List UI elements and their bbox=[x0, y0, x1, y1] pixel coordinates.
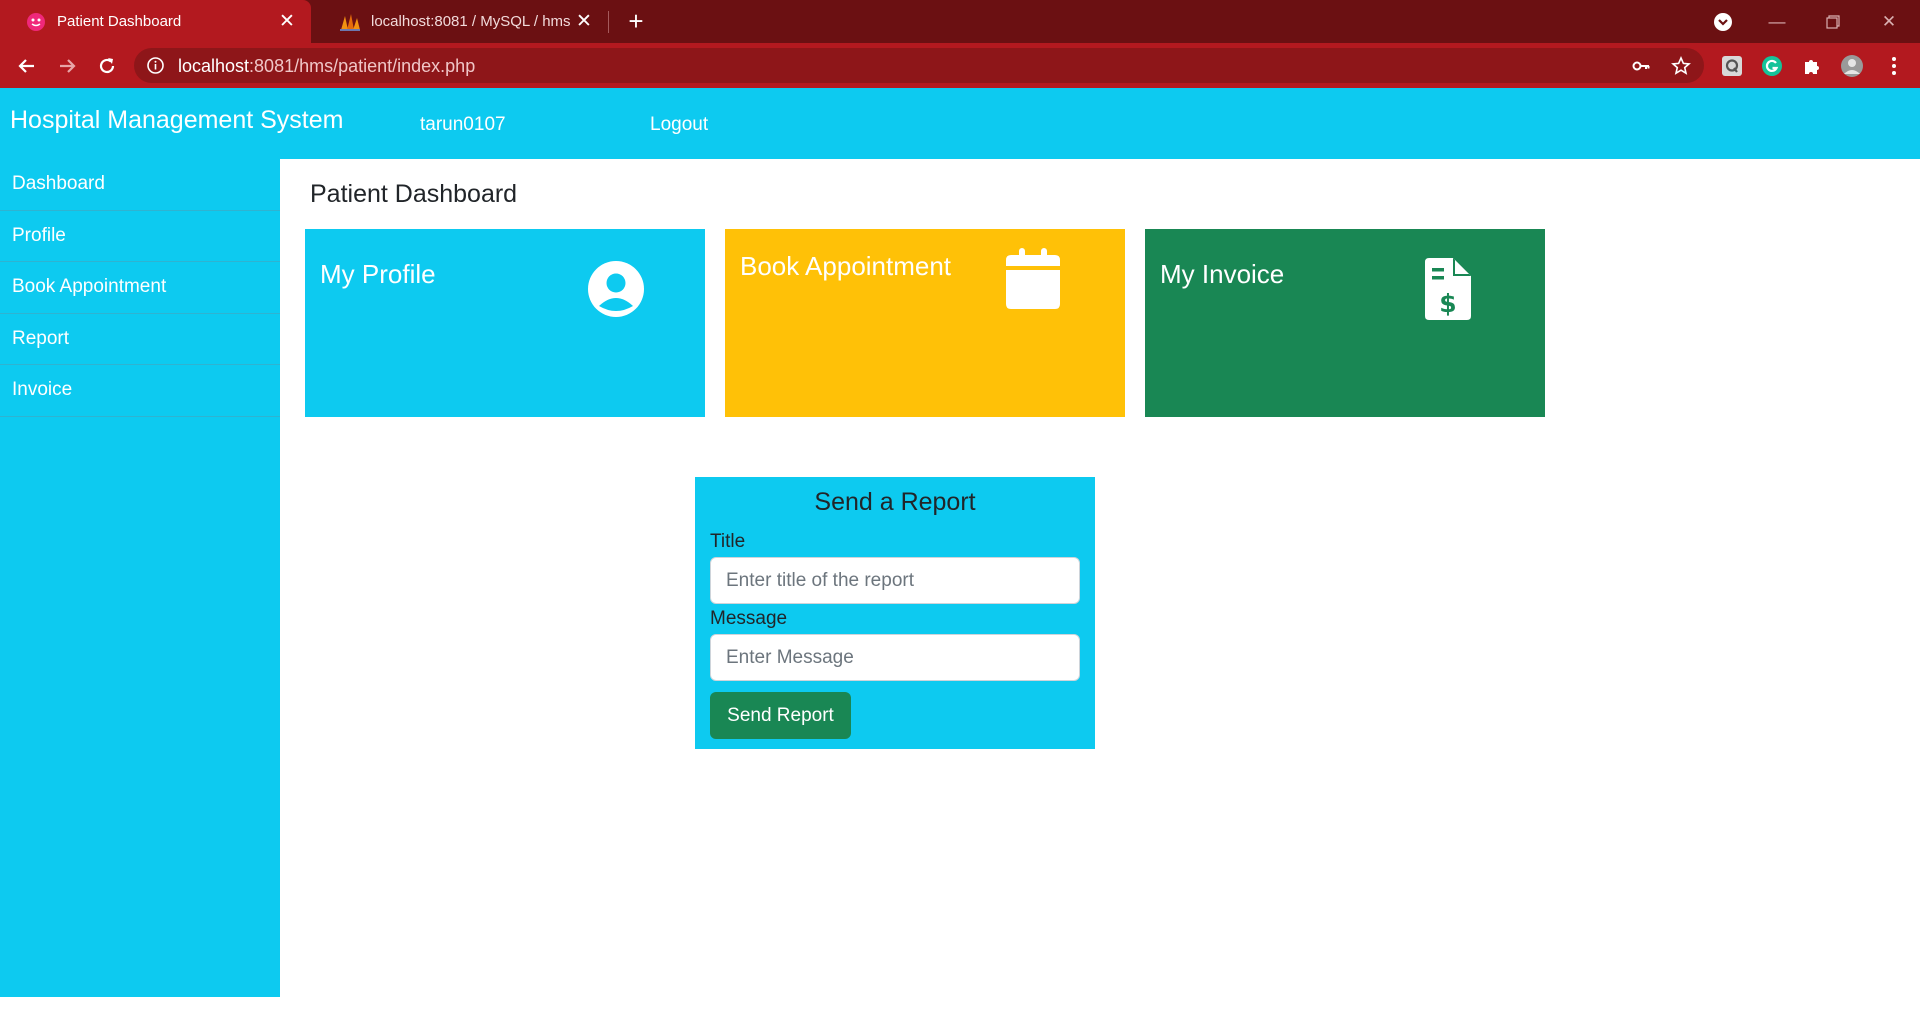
browser-tab-inactive[interactable]: localhost:8081 / MySQL / hms / i ✕ bbox=[314, 0, 608, 43]
address-url: localhost:8081/hms/patient/index.php bbox=[178, 56, 476, 76]
sidebar-item-label: Invoice bbox=[12, 379, 73, 401]
forward-icon[interactable] bbox=[52, 51, 82, 81]
send-report-form: Send a Report Title Message Send Report bbox=[695, 477, 1095, 749]
grammarly-icon[interactable] bbox=[1760, 54, 1784, 78]
password-key-icon[interactable] bbox=[1630, 55, 1652, 77]
sidebar-item-label: Book Appointment bbox=[12, 276, 167, 298]
my-profile-card[interactable]: My Profile bbox=[305, 229, 705, 417]
username-link[interactable]: tarun0107 bbox=[420, 114, 506, 136]
tab-search-icon[interactable] bbox=[1700, 0, 1746, 43]
back-icon[interactable] bbox=[12, 51, 42, 81]
address-bar[interactable]: localhost:8081/hms/patient/index.php bbox=[134, 48, 1704, 83]
site-info-icon[interactable] bbox=[146, 56, 165, 75]
title-field-label: Title bbox=[710, 531, 746, 552]
report-message-input[interactable] bbox=[710, 634, 1080, 681]
phpmyadmin-favicon-icon bbox=[339, 11, 361, 33]
reload-icon[interactable] bbox=[92, 51, 122, 81]
sidebar-item-dashboard[interactable]: Dashboard bbox=[0, 159, 280, 211]
minimize-icon[interactable]: — bbox=[1754, 0, 1800, 43]
close-tab-icon[interactable]: ✕ bbox=[574, 11, 594, 32]
sidebar-item-profile[interactable]: Profile bbox=[0, 211, 280, 262]
calendar-icon bbox=[1006, 248, 1060, 315]
tab-title: Patient Dashboard bbox=[57, 13, 182, 30]
send-report-button[interactable]: Send Report bbox=[710, 692, 851, 739]
sidebar: Dashboard Profile Book Appointment Repor… bbox=[0, 159, 280, 997]
extension-q-icon[interactable] bbox=[1720, 54, 1744, 78]
app-favicon-icon bbox=[25, 11, 47, 33]
svg-text:$: $ bbox=[1439, 289, 1456, 318]
chrome-menu-icon[interactable] bbox=[1882, 54, 1906, 78]
browser-tab-active[interactable]: Patient Dashboard ✕ bbox=[0, 0, 311, 43]
window-close-icon[interactable]: ✕ bbox=[1866, 0, 1912, 43]
browser-toolbar: localhost:8081/hms/patient/index.php bbox=[0, 43, 1920, 88]
close-tab-icon[interactable]: ✕ bbox=[277, 11, 297, 32]
sidebar-item-label: Profile bbox=[12, 224, 66, 246]
user-circle-icon bbox=[587, 260, 645, 323]
brand-title[interactable]: Hospital Management System bbox=[10, 106, 343, 135]
browser-tabstrip: Patient Dashboard ✕ localhost:8081 / MyS… bbox=[0, 0, 1920, 43]
bookmark-star-icon[interactable] bbox=[1670, 55, 1692, 77]
sidebar-item-book-appointment[interactable]: Book Appointment bbox=[0, 262, 280, 314]
logout-link[interactable]: Logout bbox=[650, 114, 708, 136]
report-title-input[interactable] bbox=[710, 557, 1080, 604]
sidebar-item-report[interactable]: Report bbox=[0, 314, 280, 365]
report-form-heading: Send a Report bbox=[814, 488, 976, 516]
card-label: Book Appointment bbox=[740, 251, 952, 281]
invoice-dollar-icon: $ bbox=[1425, 258, 1471, 325]
extensions-puzzle-icon[interactable] bbox=[1800, 54, 1824, 78]
tab-separator bbox=[608, 11, 609, 33]
my-invoice-card[interactable]: My Invoice $ bbox=[1145, 229, 1545, 417]
sidebar-item-invoice[interactable]: Invoice bbox=[0, 365, 280, 417]
page-title: Patient Dashboard bbox=[310, 180, 518, 208]
restore-icon[interactable] bbox=[1810, 0, 1856, 43]
sidebar-item-label: Report bbox=[12, 327, 70, 349]
app-navbar: Hospital Management System tarun0107 Log… bbox=[0, 88, 1920, 159]
message-field-label: Message bbox=[710, 608, 788, 629]
card-label: My Invoice bbox=[1160, 259, 1285, 289]
book-appointment-card[interactable]: Book Appointment bbox=[725, 229, 1125, 417]
new-tab-icon[interactable]: + bbox=[622, 6, 650, 36]
sidebar-item-label: Dashboard bbox=[12, 173, 105, 195]
card-label: My Profile bbox=[320, 259, 436, 289]
tab-title: localhost:8081 / MySQL / hms / i bbox=[371, 13, 574, 30]
profile-avatar-icon[interactable] bbox=[1840, 54, 1864, 78]
